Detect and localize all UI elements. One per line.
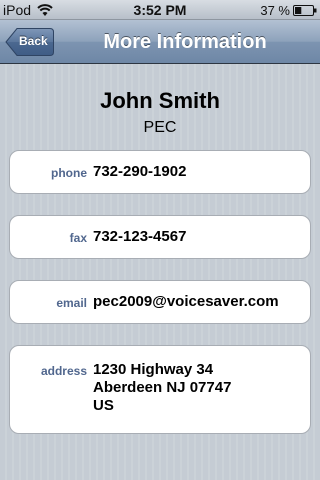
address-value: 1230 Highway 34 Aberdeen NJ 07747 US — [93, 361, 304, 415]
fax-label: fax — [69, 231, 87, 245]
email-value: pec2009@voicesaver.com — [93, 293, 279, 310]
battery-icon — [293, 5, 317, 16]
contact-company: PEC — [143, 119, 177, 136]
navigation-bar: Back More Information — [0, 20, 320, 64]
address-line-country: US — [93, 397, 114, 414]
contact-detail-view: John Smith PEC phone 732-290-1902 fax 73… — [0, 64, 320, 480]
email-field-row[interactable]: email pec2009@voicesaver.com — [9, 280, 311, 324]
address-label: address — [40, 364, 87, 378]
address-line-city: Aberdeen NJ 07747 — [93, 379, 232, 396]
back-button[interactable]: Back — [5, 27, 55, 57]
address-field-row[interactable]: address 1230 Highway 34 Aberdeen NJ 0774… — [9, 345, 311, 434]
battery-percent: 37 % — [260, 3, 290, 18]
phone-value: 732-290-1902 — [93, 163, 187, 180]
status-bar: iPod 3:52 PM 37 % — [0, 0, 320, 20]
contact-name: John Smith — [100, 88, 220, 113]
phone-field-row[interactable]: phone 732-290-1902 — [9, 150, 311, 194]
phone-label: phone — [51, 166, 87, 180]
back-button-label: Back — [19, 34, 48, 48]
fax-value: 732-123-4567 — [93, 228, 187, 245]
email-label: email — [56, 296, 87, 310]
fax-field-row[interactable]: fax 732-123-4567 — [9, 215, 311, 259]
address-line-street: 1230 Highway 34 — [93, 361, 214, 378]
page-title: More Information — [103, 31, 267, 53]
